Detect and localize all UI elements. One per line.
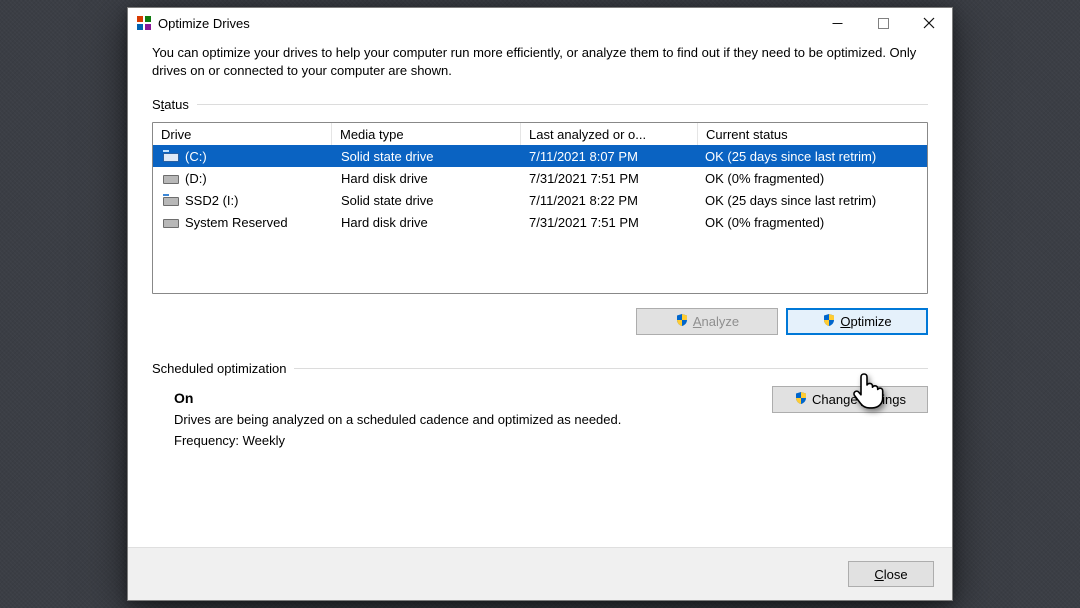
col-header-drive[interactable]: Drive [153, 123, 332, 145]
drive-name: (C:) [185, 149, 207, 164]
divider [294, 368, 928, 369]
optimize-button-label: Optimize [840, 314, 891, 329]
drive-icon [163, 216, 179, 228]
drive-name: SSD2 (I:) [185, 193, 238, 208]
content-area: You can optimize your drives to help you… [128, 38, 952, 547]
scheduled-state: On [174, 390, 772, 406]
analyze-button[interactable]: Analyze [636, 308, 778, 335]
change-settings-label: Change settings [812, 392, 906, 407]
shield-icon [675, 313, 689, 330]
drive-name: (D:) [185, 171, 207, 186]
change-settings-button[interactable]: Change settings [772, 386, 928, 413]
drives-table[interactable]: Drive Media type Last analyzed or o... C… [152, 122, 928, 294]
titlebar-left: Optimize Drives [136, 15, 250, 31]
titlebar: Optimize Drives [128, 8, 952, 38]
drive-icon [163, 150, 179, 162]
drive-last: 7/11/2021 8:07 PM [521, 145, 697, 167]
status-section-header: Status [152, 97, 928, 112]
close-dialog-button[interactable]: Close [848, 561, 934, 587]
close-button[interactable] [906, 8, 952, 38]
minimize-button[interactable] [814, 8, 860, 38]
shield-icon [794, 391, 808, 408]
col-header-media[interactable]: Media type [332, 123, 521, 145]
drive-media: Solid state drive [333, 189, 521, 211]
drive-media: Hard disk drive [333, 211, 521, 233]
window-controls [814, 8, 952, 38]
description-text: You can optimize your drives to help you… [152, 44, 928, 79]
analyze-button-label: Analyze [693, 314, 739, 329]
close-button-label: Close [874, 567, 907, 582]
table-body: (C:)Solid state drive7/11/2021 8:07 PMOK… [153, 145, 927, 233]
scheduled-desc: Drives are being analyzed on a scheduled… [174, 412, 772, 427]
drive-media: Hard disk drive [333, 167, 521, 189]
optimize-drives-window: Optimize Drives You can optimize your dr… [127, 7, 953, 601]
drive-icon [163, 194, 179, 206]
drive-status: OK (25 days since last retrim) [697, 189, 927, 211]
drive-last: 7/11/2021 8:22 PM [521, 189, 697, 211]
table-row[interactable]: (D:) Hard disk drive7/31/2021 7:51 PMOK (… [153, 167, 927, 189]
table-row[interactable]: SSD2 (I:) Solid state drive7/11/2021 8:22… [153, 189, 927, 211]
scheduled-freq: Frequency: Weekly [174, 433, 772, 448]
shield-icon [822, 313, 836, 330]
table-row[interactable]: System Reserved Hard disk drive7/31/2021 … [153, 211, 927, 233]
optimize-button[interactable]: Optimize [786, 308, 928, 335]
table-header: Drive Media type Last analyzed or o... C… [153, 123, 927, 145]
col-header-last[interactable]: Last analyzed or o... [521, 123, 698, 145]
status-label: Status [152, 97, 189, 112]
drive-icon [163, 172, 179, 184]
action-button-row: Analyze Optimize [152, 308, 928, 335]
col-header-status[interactable]: Current status [698, 123, 927, 145]
scheduled-info: On Drives are being analyzed on a schedu… [174, 390, 772, 448]
drive-last: 7/31/2021 7:51 PM [521, 167, 697, 189]
window-title: Optimize Drives [158, 16, 250, 31]
drive-status: OK (25 days since last retrim) [697, 145, 927, 167]
drive-status: OK (0% fragmented) [697, 211, 927, 233]
drive-media: Solid state drive [333, 145, 521, 167]
table-row[interactable]: (C:) Solid state drive7/11/2021 8:07 PMOK… [153, 145, 927, 167]
defrag-app-icon [136, 15, 152, 31]
drive-name: System Reserved [185, 215, 288, 230]
scheduled-label: Scheduled optimization [152, 361, 286, 376]
drive-status: OK (0% fragmented) [697, 167, 927, 189]
scheduled-section-header: Scheduled optimization [152, 361, 928, 376]
dialog-footer: Close [128, 547, 952, 600]
drive-last: 7/31/2021 7:51 PM [521, 211, 697, 233]
divider [197, 104, 928, 105]
maximize-button[interactable] [860, 8, 906, 38]
